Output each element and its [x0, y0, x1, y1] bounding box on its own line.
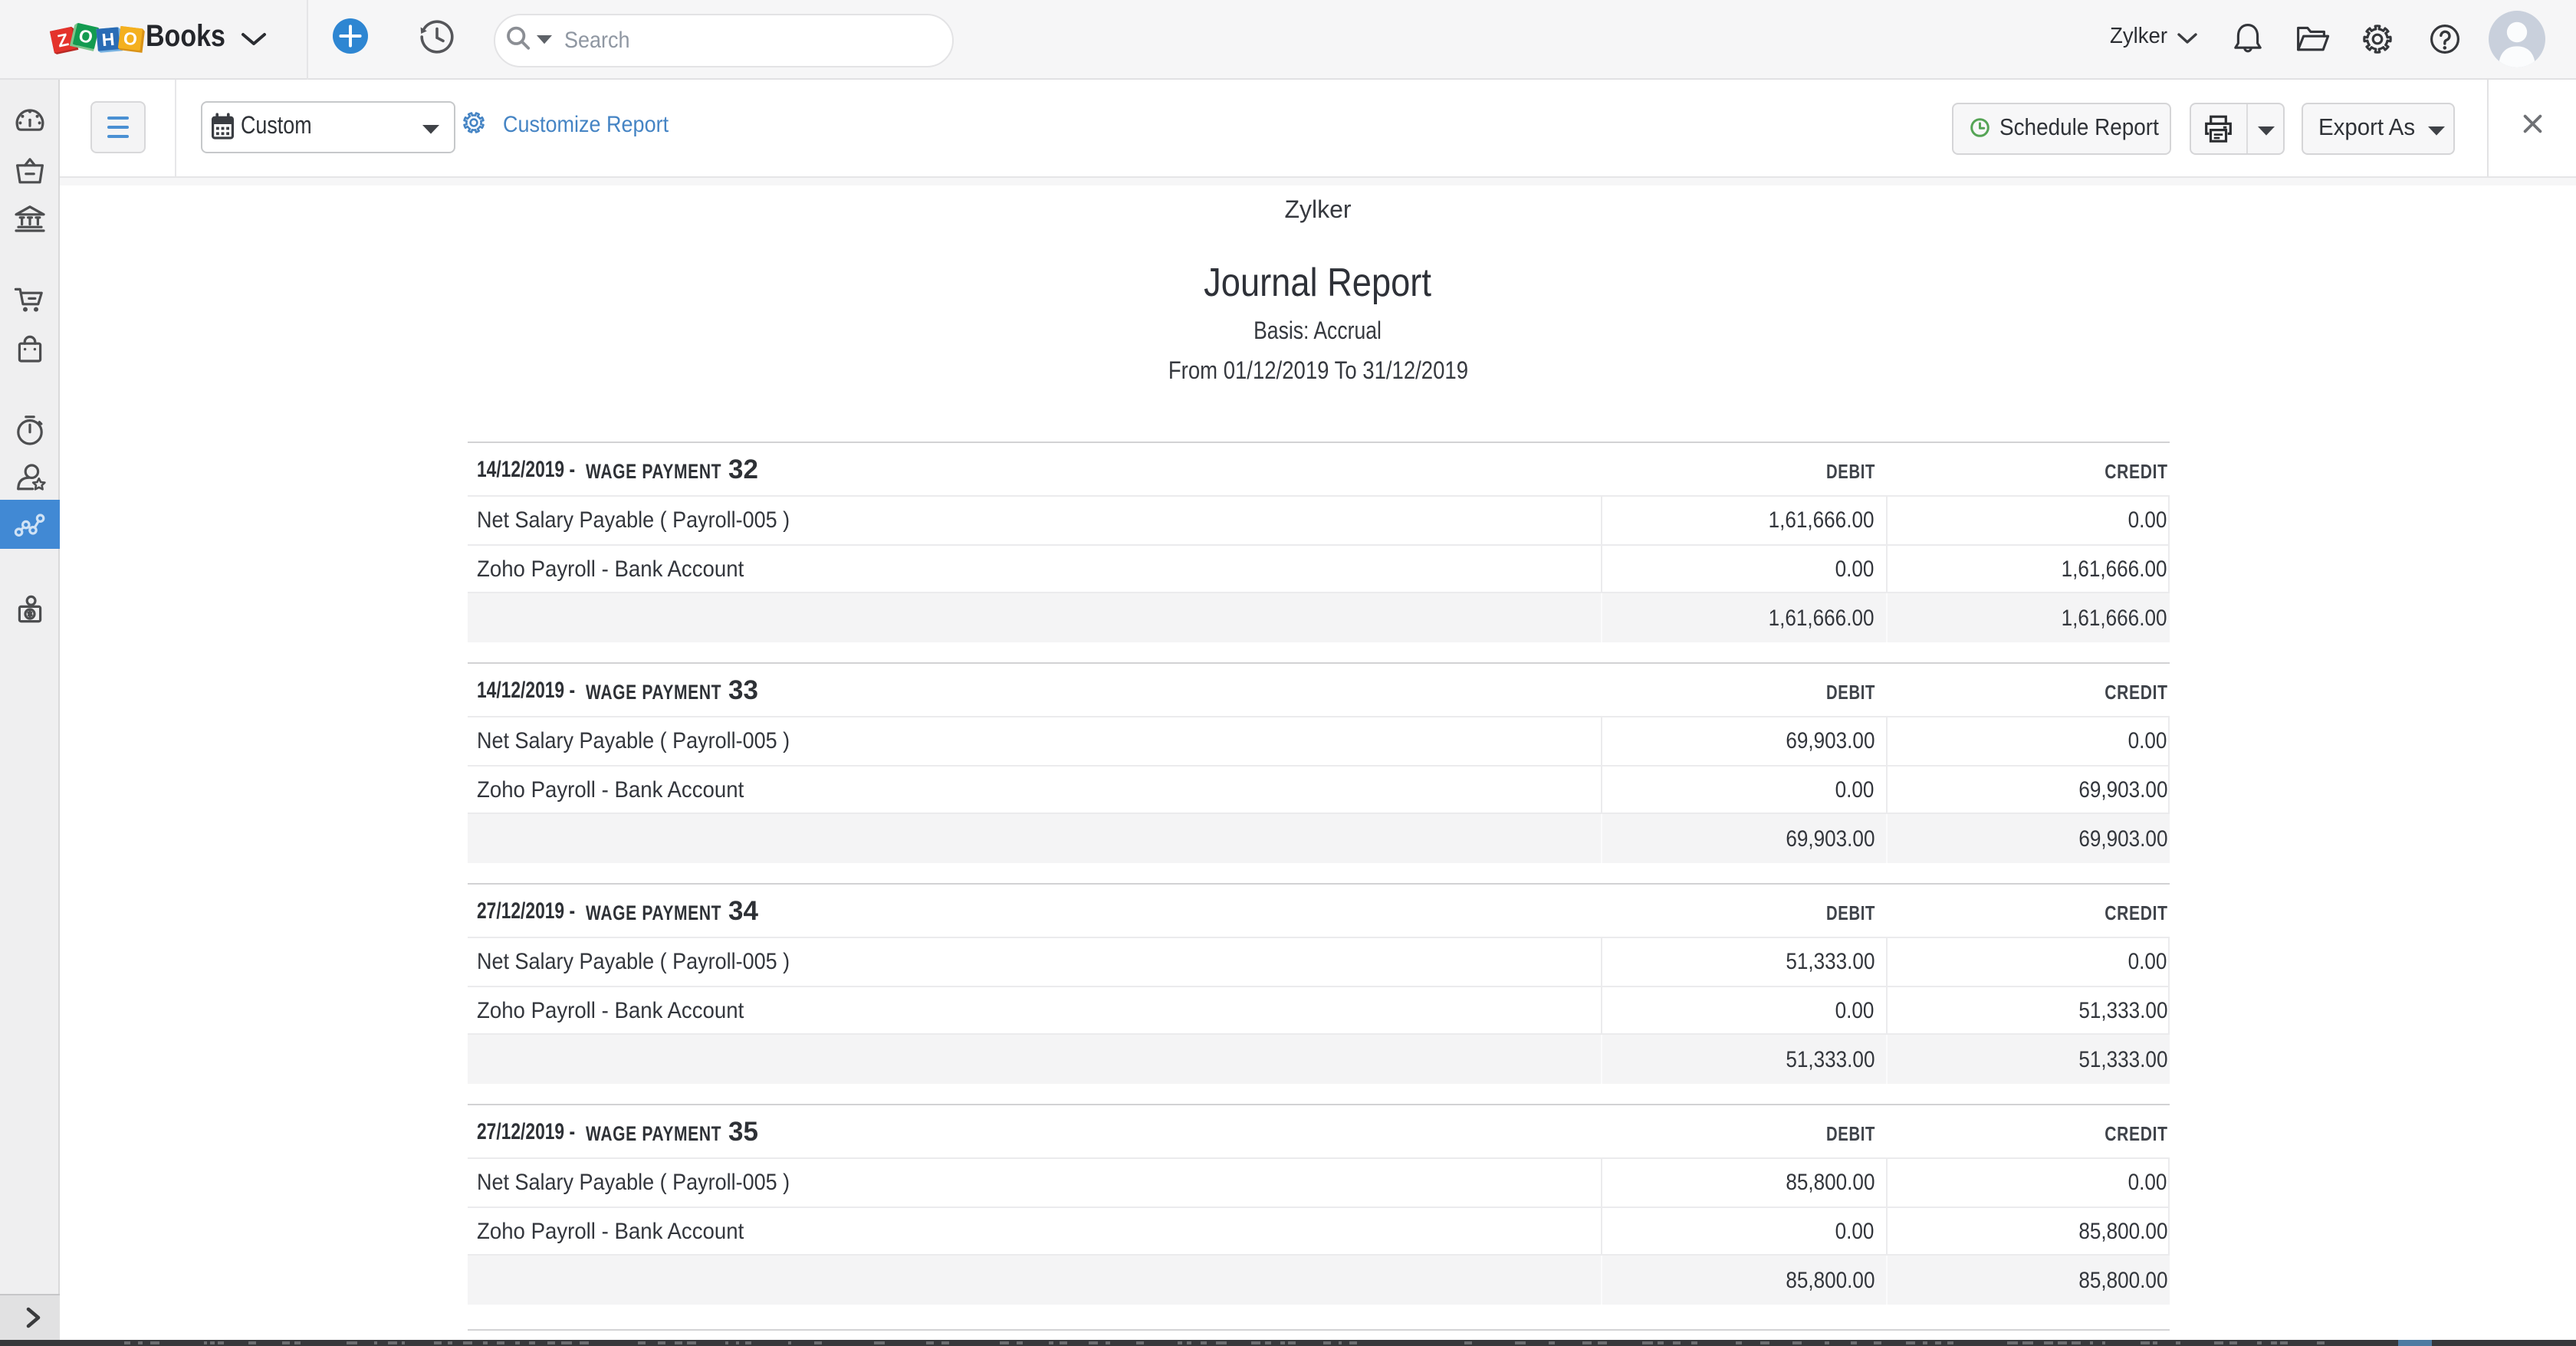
svg-text:H: H — [101, 29, 116, 50]
svg-text:O: O — [122, 28, 138, 49]
